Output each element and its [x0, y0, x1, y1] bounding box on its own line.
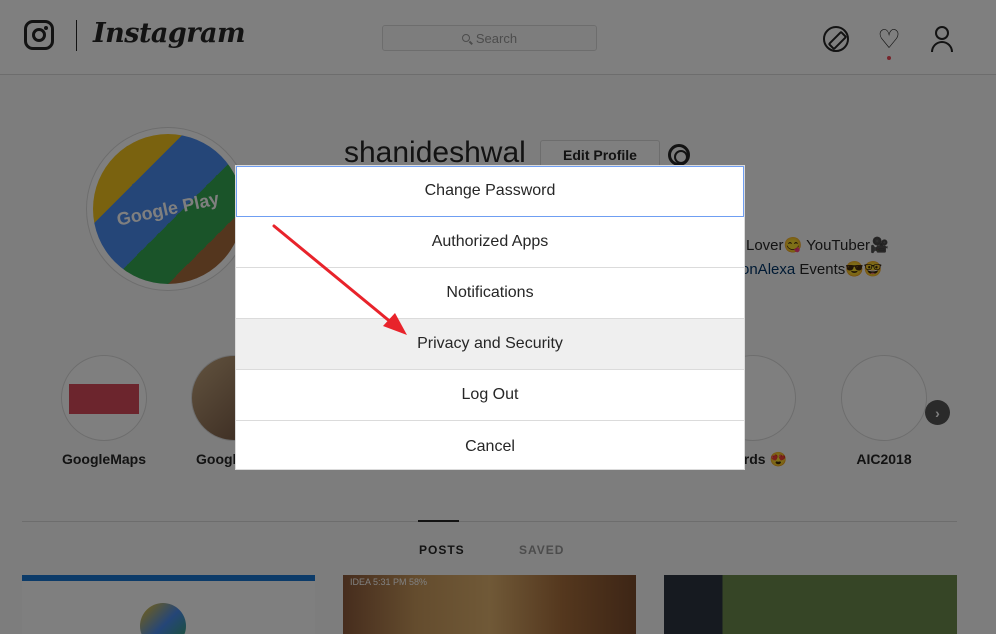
privacy-and-security-button[interactable]: Privacy and Security [236, 319, 744, 370]
authorized-apps-button[interactable]: Authorized Apps [236, 217, 744, 268]
notifications-button[interactable]: Notifications [236, 268, 744, 319]
change-password-button[interactable]: Change Password [236, 166, 744, 217]
cancel-button[interactable]: Cancel [236, 421, 744, 472]
log-out-button[interactable]: Log Out [236, 370, 744, 421]
settings-dialog: Change Password Authorized Apps Notifica… [235, 165, 745, 470]
